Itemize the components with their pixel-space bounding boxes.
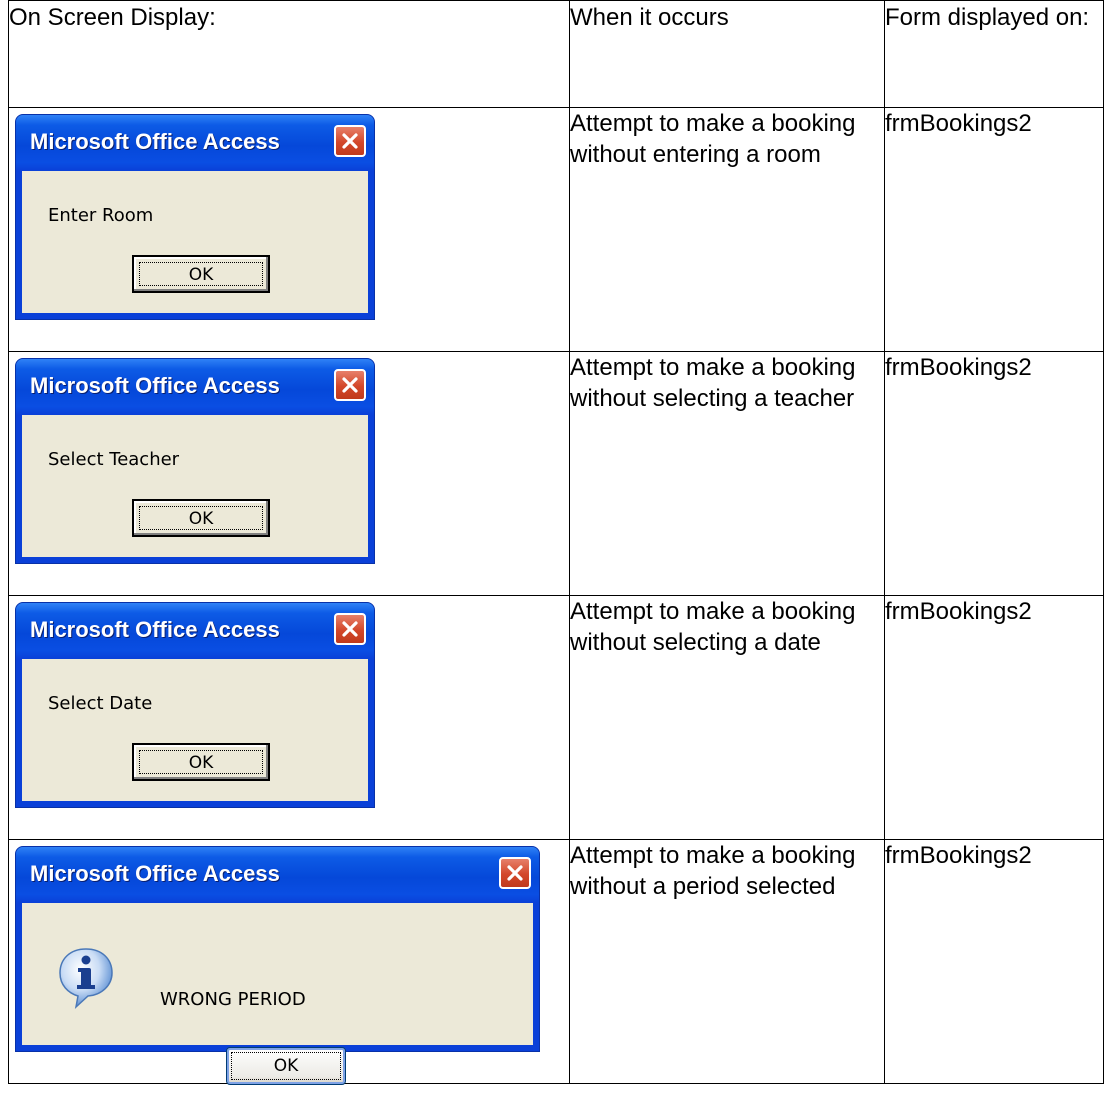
- dialog-body: Select Date OK: [22, 659, 368, 801]
- dialog-body: WRONG PERIOD OK: [22, 903, 533, 1085]
- dialog-message: WRONG PERIOD: [160, 989, 306, 1010]
- dialog-cell: Microsoft Office Access Select Teacher O…: [8, 351, 570, 596]
- ok-button[interactable]: OK: [132, 743, 270, 781]
- form-name-cell: frmBookings2: [884, 595, 1104, 840]
- dialog-titlebar: Microsoft Office Access: [16, 115, 374, 171]
- dialog-cell: Microsoft Office Access Enter Room OK: [8, 107, 570, 352]
- header-row: On Screen Display: When it occurs Form d…: [8, 0, 1104, 108]
- form-name-cell: frmBookings2: [884, 107, 1104, 352]
- dialog-cell: Microsoft Office Access Select Date OK: [8, 595, 570, 840]
- dialog-titlebar: Microsoft Office Access: [16, 359, 374, 415]
- dialog-title: Microsoft Office Access: [30, 129, 280, 154]
- dialog-message: Select Teacher: [48, 449, 180, 470]
- documentation-table: On Screen Display: When it occurs Form d…: [8, 0, 1104, 1085]
- message-dialog: Microsoft Office Access Enter Room OK: [15, 114, 375, 320]
- ok-button-label: OK: [273, 1056, 299, 1076]
- table-row: Microsoft Office Access Enter Room OK At…: [8, 107, 1104, 352]
- ok-button[interactable]: OK: [132, 499, 270, 537]
- close-button[interactable]: [334, 369, 366, 401]
- when-it-occurs-cell: Attempt to make a booking without a peri…: [569, 839, 885, 1084]
- ok-button-label: OK: [188, 265, 214, 285]
- dialog-message: Enter Room: [48, 205, 154, 226]
- table-row: Microsoft Office Access WRONG PERIOD OK …: [8, 839, 1104, 1085]
- message-dialog: Microsoft Office Access Select Teacher O…: [15, 358, 375, 564]
- form-name-cell: frmBookings2: [884, 351, 1104, 596]
- when-it-occurs-cell: Attempt to make a booking without select…: [569, 351, 885, 596]
- ok-button[interactable]: OK: [132, 255, 270, 293]
- dialog-message: Select Date: [48, 693, 153, 714]
- table-row: Microsoft Office Access Select Date OK A…: [8, 595, 1104, 840]
- table-row: Microsoft Office Access Select Teacher O…: [8, 351, 1104, 596]
- close-icon: [507, 865, 523, 881]
- when-it-occurs-cell: Attempt to make a booking without select…: [569, 595, 885, 840]
- ok-button-label: OK: [188, 753, 214, 773]
- close-button[interactable]: [334, 125, 366, 157]
- dialog-title: Microsoft Office Access: [30, 617, 280, 642]
- when-it-occurs-cell: Attempt to make a booking without enteri…: [569, 107, 885, 352]
- dialog-titlebar: Microsoft Office Access: [16, 603, 374, 659]
- close-icon: [342, 621, 358, 637]
- header-when-it-occurs: When it occurs: [569, 0, 885, 108]
- dialog-body: Select Teacher OK: [22, 415, 368, 557]
- message-dialog: Microsoft Office Access Select Date OK: [15, 602, 375, 808]
- close-button[interactable]: [499, 857, 531, 889]
- info-icon: [59, 948, 113, 1010]
- dialog-body: Enter Room OK: [22, 171, 368, 313]
- dialog-title: Microsoft Office Access: [30, 861, 280, 886]
- close-icon: [342, 133, 358, 149]
- message-dialog: Microsoft Office Access WRONG PERIOD OK: [15, 846, 540, 1085]
- header-on-screen-display: On Screen Display:: [8, 0, 570, 108]
- ok-button[interactable]: OK: [226, 1047, 346, 1085]
- close-icon: [342, 377, 358, 393]
- dialog-titlebar: Microsoft Office Access: [16, 847, 539, 903]
- header-form-displayed-on: Form displayed on:: [884, 0, 1104, 108]
- dialog-title: Microsoft Office Access: [30, 373, 280, 398]
- ok-button-label: OK: [188, 509, 214, 529]
- form-name-cell: frmBookings2: [884, 839, 1104, 1084]
- dialog-cell: Microsoft Office Access WRONG PERIOD OK: [8, 839, 570, 1085]
- close-button[interactable]: [334, 613, 366, 645]
